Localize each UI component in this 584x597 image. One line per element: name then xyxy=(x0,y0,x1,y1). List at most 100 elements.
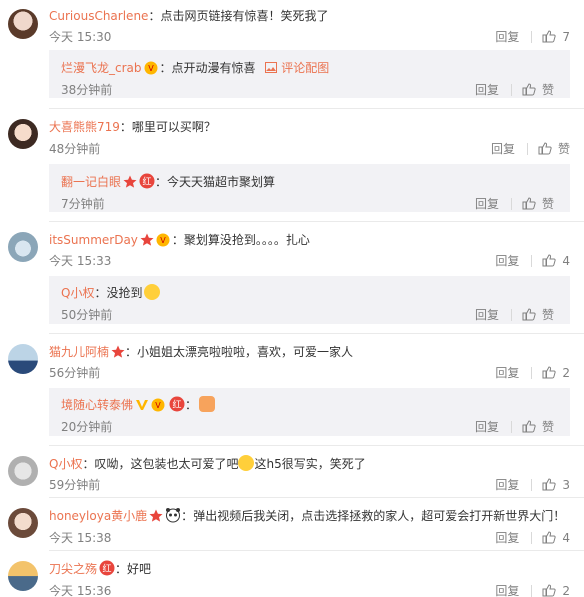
reply-button[interactable]: 回复 xyxy=(475,81,499,98)
thumbs-up-icon xyxy=(522,420,536,433)
colon: ： xyxy=(82,457,95,471)
username[interactable]: Q小权 xyxy=(49,457,82,471)
reply-button[interactable]: 回复 xyxy=(495,529,519,546)
reply-button[interactable]: 回复 xyxy=(495,28,519,45)
like-button[interactable]: 赞 xyxy=(522,418,554,435)
red-badge-icon: 红 xyxy=(169,396,185,415)
username[interactable]: CuriousCharlene xyxy=(49,9,148,23)
reply-button[interactable]: 回复 xyxy=(495,252,519,269)
comment-text: 好吧 xyxy=(127,562,152,576)
comment-text: 点击网页链接有惊喜！笑死我了 xyxy=(160,9,329,23)
like-label: 赞 xyxy=(541,420,554,434)
reply-text-line: 境随心转泰佛 V 红： xyxy=(61,396,216,415)
comment-image-link[interactable]: 评论配图 xyxy=(265,61,329,75)
avatar[interactable] xyxy=(8,456,38,486)
reply-button[interactable]: 回复 xyxy=(495,364,519,381)
colon: ： xyxy=(155,175,168,189)
like-count: 4 xyxy=(562,530,570,545)
colon: ： xyxy=(181,509,194,523)
colon: ： xyxy=(159,61,172,75)
reply-button[interactable]: 回复 xyxy=(475,418,499,435)
comment-time: 59分钟前 xyxy=(49,478,101,492)
like-button[interactable]: 7 xyxy=(542,30,570,44)
like-button[interactable]: 赞 xyxy=(522,81,554,98)
avatar[interactable] xyxy=(8,232,38,262)
reply-time: 7分钟前 xyxy=(61,197,105,211)
divider xyxy=(531,584,533,597)
reply-actions: 回复 赞 xyxy=(475,195,554,212)
reply-actions: 回复 赞 xyxy=(475,306,554,323)
avatar[interactable] xyxy=(8,344,38,374)
comment-time: 今天 15:33 xyxy=(49,254,112,268)
reply-time: 20分钟前 xyxy=(61,420,113,434)
reply-text-line: 烂漫飞龙_crab V ：点开动漫有惊喜 评论配图 xyxy=(61,59,329,78)
like-button[interactable]: 2 xyxy=(542,366,570,380)
comment-text-line: CuriousCharlene：点击网页链接有惊喜！笑死我了 xyxy=(49,7,328,24)
reply-time: 38分钟前 xyxy=(61,83,113,97)
username[interactable]: itsSummerDay xyxy=(49,233,138,247)
reply-box: 翻一记白眼 红：今天天猫超市聚划算 7分钟前 回复 赞 xyxy=(49,164,570,212)
divider xyxy=(531,478,533,491)
divider xyxy=(510,83,512,96)
comment-actions: 回复 3 xyxy=(495,476,570,493)
username[interactable]: 猫九儿阿楠 xyxy=(49,345,109,359)
avatar[interactable] xyxy=(8,508,38,538)
like-button[interactable]: 3 xyxy=(542,478,570,492)
comment-text-line: Q小权：叹呦，这包装也太可爱了吧 这h5很写实，笑死了 xyxy=(49,455,366,472)
comment-text-line: 猫九儿阿楠 ：小姐姐太漂亮啦啦啦，喜欢，可爱一家人 xyxy=(49,343,353,362)
divider xyxy=(531,30,533,43)
reply-text-line: Q小权：没抢到 xyxy=(61,284,161,301)
reply-username[interactable]: Q小权 xyxy=(61,286,94,300)
divider xyxy=(531,254,533,267)
like-label: 赞 xyxy=(557,142,570,156)
comment-text: 聚划算没抢到。。。。扎心 xyxy=(183,233,310,247)
username[interactable]: 大喜熊熊719 xyxy=(49,120,120,134)
comment-actions: 回复 2 xyxy=(495,582,570,597)
reply-box: 烂漫飞龙_crab V ：点开动漫有惊喜 评论配图 38分钟前 回复 赞 xyxy=(49,50,570,98)
comment-time: 今天 15:38 xyxy=(49,531,112,545)
comment-divider xyxy=(49,221,584,222)
like-button[interactable]: 2 xyxy=(542,584,570,597)
reply-username[interactable]: 境随心转泰佛 xyxy=(61,398,133,412)
star-badge-icon xyxy=(149,509,163,526)
thumbs-up-icon xyxy=(542,478,557,491)
v-badge-icon xyxy=(135,398,149,415)
reply-button[interactable]: 回复 xyxy=(475,195,499,212)
username[interactable]: 刀尖之殇 xyxy=(49,562,97,576)
reply-box: Q小权：没抢到 50分钟前 回复 赞 xyxy=(49,276,570,324)
divider xyxy=(510,197,512,210)
svg-text:V: V xyxy=(160,236,166,245)
avatar[interactable] xyxy=(8,561,38,591)
colon: ： xyxy=(171,233,184,247)
like-button[interactable]: 4 xyxy=(542,254,570,268)
reply-text: 没抢到 xyxy=(106,286,143,300)
comment-time: 56分钟前 xyxy=(49,366,101,380)
svg-text:红: 红 xyxy=(143,176,152,188)
divider xyxy=(510,308,512,321)
username[interactable]: honeyloya黄小鹿 xyxy=(49,509,147,523)
like-button[interactable]: 4 xyxy=(542,531,570,545)
reply-button[interactable]: 回复 xyxy=(491,140,515,157)
like-button[interactable]: 赞 xyxy=(522,195,554,212)
thumbs-up-icon xyxy=(542,531,557,544)
reply-button[interactable]: 回复 xyxy=(495,582,519,597)
comment-time: 48分钟前 xyxy=(49,142,101,156)
like-button[interactable]: 赞 xyxy=(538,140,570,157)
reply-button[interactable]: 回复 xyxy=(475,306,499,323)
comment-actions: 回复 7 xyxy=(495,28,570,45)
svg-text:红: 红 xyxy=(173,399,182,411)
avatar[interactable] xyxy=(8,9,38,39)
reply-button[interactable]: 回复 xyxy=(495,476,519,493)
vip-badge-icon: V xyxy=(156,233,172,250)
colon: ： xyxy=(94,286,107,300)
comment-time: 今天 15:30 xyxy=(49,30,112,44)
like-button[interactable]: 赞 xyxy=(522,306,554,323)
like-label: 赞 xyxy=(541,308,554,322)
like-count: 3 xyxy=(562,477,570,492)
avatar[interactable] xyxy=(8,119,38,149)
reply-username[interactable]: 烂漫飞龙_crab xyxy=(61,61,142,75)
like-count: 4 xyxy=(562,253,570,268)
comment-image-link-label: 评论配图 xyxy=(281,61,330,75)
vip-badge-icon: V xyxy=(144,61,160,78)
reply-username[interactable]: 翻一记白眼 xyxy=(61,175,121,189)
